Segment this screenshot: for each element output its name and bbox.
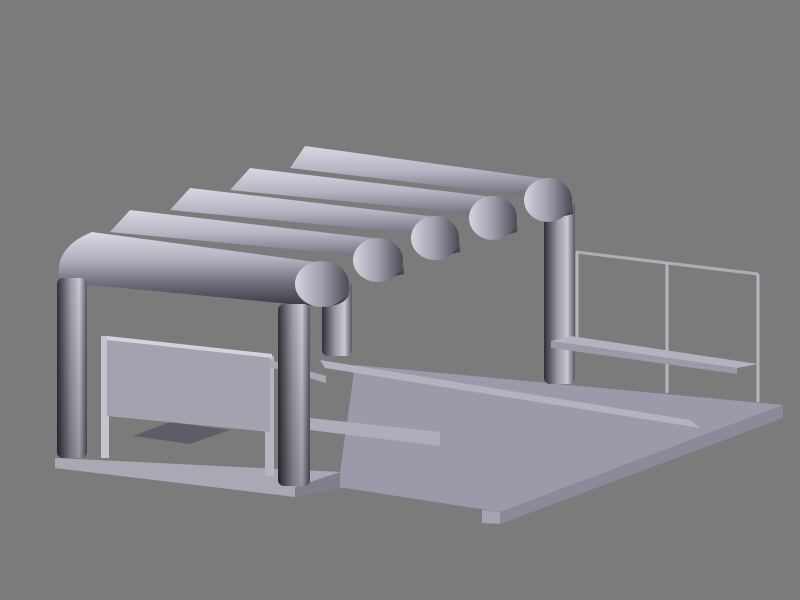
roof <box>58 146 574 307</box>
floor-front-left <box>482 510 500 524</box>
post-rear-right <box>544 200 575 384</box>
render-viewport <box>0 0 800 600</box>
bench <box>551 336 758 374</box>
bus-shelter-scene <box>55 146 783 524</box>
railing <box>575 250 760 402</box>
